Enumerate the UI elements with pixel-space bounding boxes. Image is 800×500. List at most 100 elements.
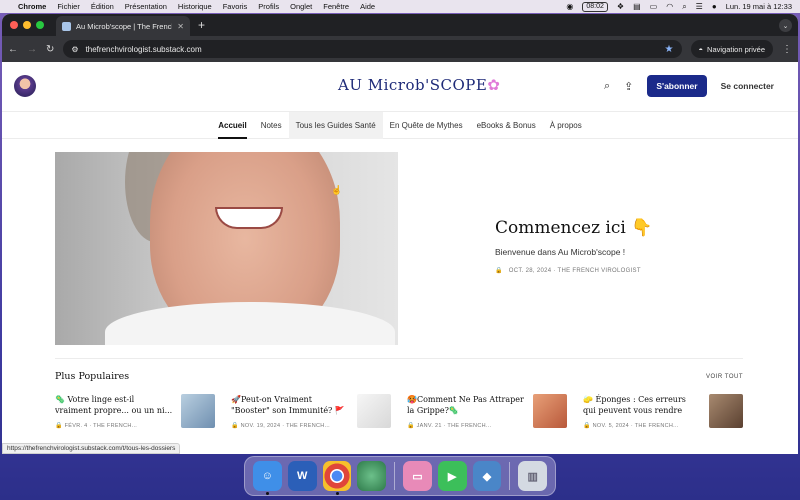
control-center-icon[interactable]: ☰	[696, 2, 703, 11]
facetime-icon[interactable]: ▶	[437, 461, 467, 491]
dock: ☺ W ▭ ▶ ◆ ▥	[244, 456, 556, 496]
chrome-icon[interactable]	[322, 461, 352, 495]
close-tab-icon[interactable]: ✕	[177, 22, 184, 31]
close-window-button[interactable]	[10, 21, 18, 29]
new-tab-button[interactable]: +	[198, 18, 205, 32]
siri-icon[interactable]: ●	[712, 2, 717, 11]
private-browsing-badge[interactable]: ◓ Navigation privée	[690, 40, 773, 58]
menu-app-name[interactable]: Chrome	[18, 2, 46, 11]
sign-in-link[interactable]: Se connecter	[721, 81, 774, 91]
address-bar[interactable]: ⚙ thefrenchvirologist.substack.com ★	[63, 40, 682, 58]
menu-fichier[interactable]: Fichier	[57, 2, 80, 11]
incognito-icon: ◓	[698, 44, 704, 54]
finder-icon[interactable]: ☺	[253, 461, 282, 495]
record-icon[interactable]: ◉	[566, 2, 573, 11]
word-icon[interactable]: W	[287, 461, 317, 491]
dropbox-icon[interactable]: ❖	[617, 2, 624, 11]
post-card[interactable]: 🥵Comment Ne Pas Attraper la Grippe?🦠 🔒 J…	[407, 394, 567, 429]
post-thumbnail[interactable]	[709, 394, 743, 428]
nav-notes[interactable]: Notes	[254, 112, 289, 139]
post-meta: 🔒 NOV. 5, 2024 · THE FRENCH...	[583, 422, 701, 429]
nav-ebooks[interactable]: eBooks & Bonus	[470, 112, 543, 139]
shirt-shape	[105, 302, 395, 345]
bookmark-star-icon[interactable]: ★	[665, 44, 674, 55]
more-menu-icon[interactable]: ⋮	[782, 44, 792, 55]
post-body: 🥵Comment Ne Pas Attraper la Grippe?🦠 🔒 J…	[407, 394, 525, 429]
url-text: thefrenchvirologist.substack.com	[85, 44, 202, 54]
menu-onglet[interactable]: Onglet	[290, 2, 312, 11]
post-title[interactable]: 🥵Comment Ne Pas Attraper la Grippe?🦠	[407, 394, 525, 416]
subscribe-button[interactable]: S'abonner	[647, 75, 707, 97]
nav-quete-mythes[interactable]: En Quête de Mythes	[383, 112, 470, 139]
lock-icon: 🔒	[231, 423, 239, 429]
post-thumbnail[interactable]	[357, 394, 391, 428]
lock-icon: 🔒	[583, 423, 591, 429]
site-logo[interactable]: AU Microb'SCOPE✿	[338, 76, 500, 94]
nav-a-propos[interactable]: À propos	[543, 112, 589, 139]
see-all-link[interactable]: VOIR TOUT	[706, 374, 743, 380]
post-card[interactable]: 🧽 Éponges : Ces erreurs qui peuvent vous…	[583, 394, 743, 429]
window-controls	[10, 21, 44, 29]
menu-profils[interactable]: Profils	[258, 2, 279, 11]
flower-icon: ✿	[487, 76, 501, 94]
menu-favoris[interactable]: Favoris	[223, 2, 248, 11]
post-thumbnail[interactable]	[533, 394, 567, 428]
search-icon[interactable]: ⌕	[604, 80, 610, 93]
popular-header: Plus Populaires VOIR TOUT	[55, 371, 743, 382]
post-meta-text: JANV. 21 · THE FRENCH...	[416, 423, 492, 429]
lock-icon: 🔒	[407, 423, 415, 429]
menu-historique[interactable]: Historique	[178, 2, 212, 11]
post-title[interactable]: 🧽 Éponges : Ces erreurs qui peuvent vous…	[583, 394, 701, 416]
timer-status[interactable]: 08:02	[582, 1, 608, 12]
tab-title: Au Microb'scope | The French	[76, 21, 173, 31]
popular-heading: Plus Populaires	[55, 371, 130, 382]
site-nav: Accueil Notes Tous les Guides Santé En Q…	[2, 111, 798, 139]
featured-meta: 🔒 OCT. 28, 2024 · THE FRENCH VIROLOGIST	[495, 267, 652, 275]
menu-fenetre[interactable]: Fenêtre	[323, 2, 349, 11]
lock-icon: 🔒	[495, 268, 503, 274]
post-title[interactable]: 🚀Peut-on Vraiment "Booster" son Immunité…	[231, 394, 349, 416]
logo-text: AU Microb'SCOPE	[338, 76, 488, 94]
author-avatar[interactable]	[14, 75, 36, 97]
post-meta: 🔒 FÉVR. 4 · THE FRENCH...	[55, 422, 173, 429]
menu-aide[interactable]: Aide	[360, 2, 375, 11]
menu-presentation[interactable]: Présentation	[125, 2, 167, 11]
maximize-window-button[interactable]	[36, 21, 44, 29]
site-info-icon[interactable]: ⚙	[71, 45, 78, 54]
battery-icon[interactable]: ▭	[650, 2, 658, 11]
notes-app-icon[interactable]: ▭	[403, 461, 432, 491]
featured-image[interactable]	[55, 152, 398, 345]
tablet-icon[interactable]: ▤	[633, 2, 641, 11]
xcode-icon[interactable]: ◆	[472, 461, 502, 491]
post-card[interactable]: 🦠 Votre linge est-il vraiment propre... …	[55, 394, 215, 429]
post-title[interactable]: 🦠 Votre linge est-il vraiment propre... …	[55, 394, 173, 416]
post-thumbnail[interactable]	[181, 394, 215, 428]
favicon-icon	[62, 21, 71, 31]
header-actions: ⌕ ⇪ S'abonner Se connecter	[604, 75, 774, 97]
popular-section: Plus Populaires VOIR TOUT 🦠 Votre linge …	[55, 358, 743, 429]
wifi-icon[interactable]: ◠	[666, 2, 673, 11]
browser-tab[interactable]: Au Microb'scope | The French ✕	[56, 16, 190, 36]
menu-edition[interactable]: Édition	[91, 2, 114, 11]
post-body: 🦠 Votre linge est-il vraiment propre... …	[55, 394, 173, 429]
menu-bar: Chrome Fichier Édition Présentation Hist…	[0, 0, 800, 13]
forward-icon[interactable]: →	[27, 44, 37, 55]
featured-title[interactable]: Commencez ici 👇	[495, 218, 652, 238]
browser-window: Au Microb'scope | The French ✕ + ⌄ ← → ↻…	[2, 14, 798, 454]
share-icon[interactable]: ⇪	[624, 80, 633, 93]
featured-post[interactable]: Commencez ici 👇 Bienvenue dans Au Microb…	[55, 152, 743, 346]
post-meta-text: FÉVR. 4 · THE FRENCH...	[64, 423, 138, 429]
search-icon[interactable]: ⌕	[682, 2, 686, 12]
trash-icon[interactable]: ▥	[518, 461, 548, 491]
minimize-window-button[interactable]	[23, 21, 31, 29]
reload-icon[interactable]: ↻	[46, 44, 54, 55]
nav-guides-sante[interactable]: Tous les Guides Santé	[288, 111, 383, 139]
back-icon[interactable]: ←	[8, 44, 18, 55]
post-meta-text: NOV. 19, 2024 · THE FRENCH...	[240, 423, 331, 429]
post-meta: 🔒 JANV. 21 · THE FRENCH...	[407, 422, 525, 429]
tab-search-button[interactable]: ⌄	[779, 19, 792, 32]
nav-accueil[interactable]: Accueil	[211, 112, 253, 139]
menu-clock[interactable]: Lun. 19 mai à 12:33	[726, 2, 792, 11]
post-card[interactable]: 🚀Peut-on Vraiment "Booster" son Immunité…	[231, 394, 391, 429]
globe-icon[interactable]	[357, 461, 387, 491]
